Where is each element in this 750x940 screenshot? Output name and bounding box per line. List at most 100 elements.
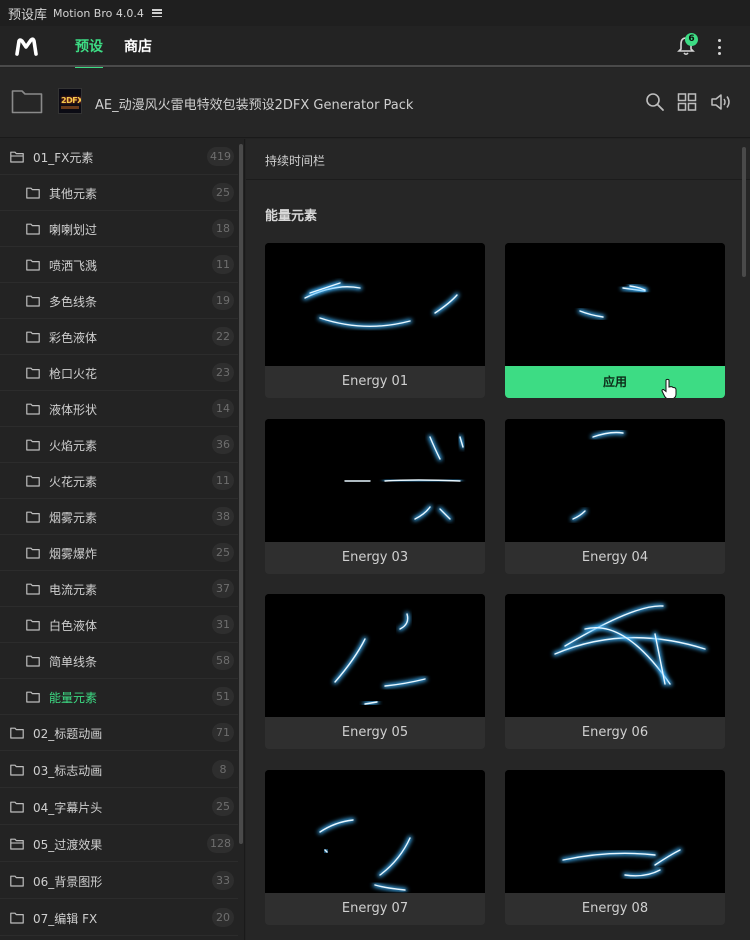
- preset-name: Energy 04: [505, 541, 725, 574]
- sidebar-item[interactable]: 烟雾爆炸 25: [0, 535, 238, 571]
- sidebar-item-label: 彩色液体: [49, 331, 98, 345]
- sidebar-item-count: 18: [212, 219, 234, 238]
- sidebar-item[interactable]: 02_标题动画 71: [0, 715, 238, 751]
- preset-panel: 持续时间栏 能量元素 Energy 01 应用 Energy 03 Energy 04…: [246, 139, 750, 940]
- duration-bar[interactable]: 持续时间栏: [246, 139, 750, 180]
- folder-icon: [26, 583, 40, 595]
- sidebar-item[interactable]: 彩色液体 22: [0, 319, 238, 355]
- sidebar-item[interactable]: 其他元素 25: [0, 175, 238, 211]
- sidebar-item[interactable]: 火焰元素 36: [0, 427, 238, 463]
- sidebar-item-count: 51: [212, 687, 234, 706]
- sidebar-item-label: 枪口火花: [49, 367, 98, 381]
- preset-card[interactable]: Energy 03: [265, 418, 485, 574]
- sidebar-item[interactable]: 简单线条 58: [0, 643, 238, 679]
- search-icon[interactable]: [645, 92, 665, 112]
- sidebar-item[interactable]: 电流元素 37: [0, 571, 238, 607]
- preset-panel-scrollbar[interactable]: [742, 147, 746, 277]
- sidebar-item-count: 38: [212, 507, 234, 526]
- preset-thumbnail[interactable]: [265, 594, 485, 717]
- notification-badge: 6: [685, 33, 698, 46]
- sidebar-item-label: 多色线条: [49, 295, 98, 309]
- sidebar-item-label: 03_标志动画: [33, 764, 103, 778]
- sidebar-item[interactable]: 07_编辑 FX 20: [0, 900, 238, 936]
- sidebar-item[interactable]: 01_FX元素 419: [0, 139, 238, 175]
- preset-card[interactable]: Energy 04: [505, 418, 725, 574]
- preset-thumbnail[interactable]: [505, 769, 725, 893]
- sidebar-item[interactable]: 能量元素 51: [0, 679, 238, 715]
- sidebar-item-count: 31: [212, 615, 234, 634]
- section-title: 能量元素: [265, 209, 318, 224]
- window-title-bar: 预设库 Motion Bro 4.0.4: [0, 0, 750, 26]
- sidebar-item-count: 36: [212, 435, 234, 454]
- sidebar-item-label: 火焰元素: [49, 439, 98, 453]
- sidebar-item-label: 白色液体: [49, 619, 98, 633]
- folder-icon: [26, 295, 40, 307]
- sidebar-item-label: 06_背景图形: [33, 875, 103, 889]
- preset-card[interactable]: Energy 01: [265, 243, 485, 398]
- folder-browse-icon[interactable]: [11, 88, 43, 114]
- preset-name: Energy 03: [265, 541, 485, 574]
- preset-name: Energy 07: [265, 892, 485, 925]
- preset-thumbnail[interactable]: [505, 243, 725, 366]
- sidebar-item-label: 电流元素: [49, 583, 98, 597]
- sidebar-item-count: 71: [212, 723, 234, 742]
- preset-thumbnail[interactable]: [505, 418, 725, 542]
- folder-icon: [26, 655, 40, 667]
- sidebar-scrollbar[interactable]: [239, 144, 243, 844]
- sidebar-item[interactable]: 03_标志动画 8: [0, 752, 238, 788]
- tab-store[interactable]: 商店: [124, 26, 152, 67]
- preset-card[interactable]: Energy 06: [505, 594, 725, 749]
- sidebar-item-count: 22: [212, 327, 234, 346]
- more-options-icon[interactable]: [716, 39, 722, 55]
- sidebar-item[interactable]: 喷洒飞溅 11: [0, 247, 238, 283]
- folder-open-icon: [10, 151, 24, 163]
- sidebar-item[interactable]: 06_背景图形 33: [0, 863, 238, 899]
- preset-card[interactable]: Energy 08: [505, 769, 725, 925]
- folder-icon: [26, 547, 40, 559]
- pack-bar: 2DFX AE_动漫风火雷电特效包装预设2DFX Generator Pack: [0, 68, 750, 138]
- app-header: 预设 商店 6: [0, 26, 750, 69]
- grid-view-icon[interactable]: [677, 92, 697, 112]
- hamburger-menu-icon[interactable]: [151, 9, 162, 17]
- sidebar-item-count: 8: [212, 760, 234, 779]
- sidebar-item[interactable]: 液体形状 14: [0, 391, 238, 427]
- sidebar-item-count: 37: [212, 579, 234, 598]
- folder-icon: [26, 187, 40, 199]
- duration-bar-label: 持续时间栏: [265, 154, 326, 168]
- sidebar-item-count: 11: [212, 471, 234, 490]
- apply-button[interactable]: 应用: [505, 366, 725, 398]
- preset-thumbnail[interactable]: [505, 594, 725, 717]
- sidebar-item[interactable]: 多色线条 19: [0, 283, 238, 319]
- sound-icon[interactable]: [710, 92, 732, 112]
- sidebar-item-count: 33: [212, 871, 234, 890]
- tab-presets[interactable]: 预设: [75, 26, 103, 69]
- sidebar-item-label: 烟雾元素: [49, 511, 98, 525]
- sidebar-item[interactable]: 火花元素 11: [0, 463, 238, 499]
- preset-card[interactable]: Energy 05: [265, 594, 485, 749]
- folder-icon: [26, 475, 40, 487]
- preset-name: Energy 08: [505, 892, 725, 925]
- sidebar-item[interactable]: 烟雾元素 38: [0, 499, 238, 535]
- sidebar-item-count: 19: [212, 291, 234, 310]
- motion-bro-logo-icon[interactable]: [14, 36, 40, 58]
- sidebar-item[interactable]: 喇喇划过 18: [0, 211, 238, 247]
- sidebar-item[interactable]: 04_字幕片头 25: [0, 789, 238, 825]
- hand-cursor-icon: [661, 378, 677, 398]
- pack-thumbnail[interactable]: 2DFX: [58, 88, 82, 114]
- sidebar-item[interactable]: 05_过渡效果 128: [0, 826, 238, 862]
- preset-thumbnail[interactable]: [265, 418, 485, 542]
- sidebar-item-label: 其他元素: [49, 187, 98, 201]
- sidebar-item[interactable]: 枪口火花 23: [0, 355, 238, 391]
- preset-card[interactable]: Energy 07: [265, 769, 485, 925]
- sidebar-item-count: 23: [212, 363, 234, 382]
- sidebar-item-count: 58: [212, 651, 234, 670]
- folder-icon: [10, 912, 24, 924]
- preset-thumbnail[interactable]: [265, 769, 485, 893]
- sidebar-item-label: 液体形状: [49, 403, 98, 417]
- sidebar-item[interactable]: 白色液体 31: [0, 607, 238, 643]
- preset-name: Energy 05: [265, 717, 485, 749]
- sidebar-item-label: 火花元素: [49, 475, 98, 489]
- folder-icon: [26, 511, 40, 523]
- preset-thumbnail[interactable]: [265, 243, 485, 366]
- preset-card[interactable]: 应用: [505, 243, 725, 398]
